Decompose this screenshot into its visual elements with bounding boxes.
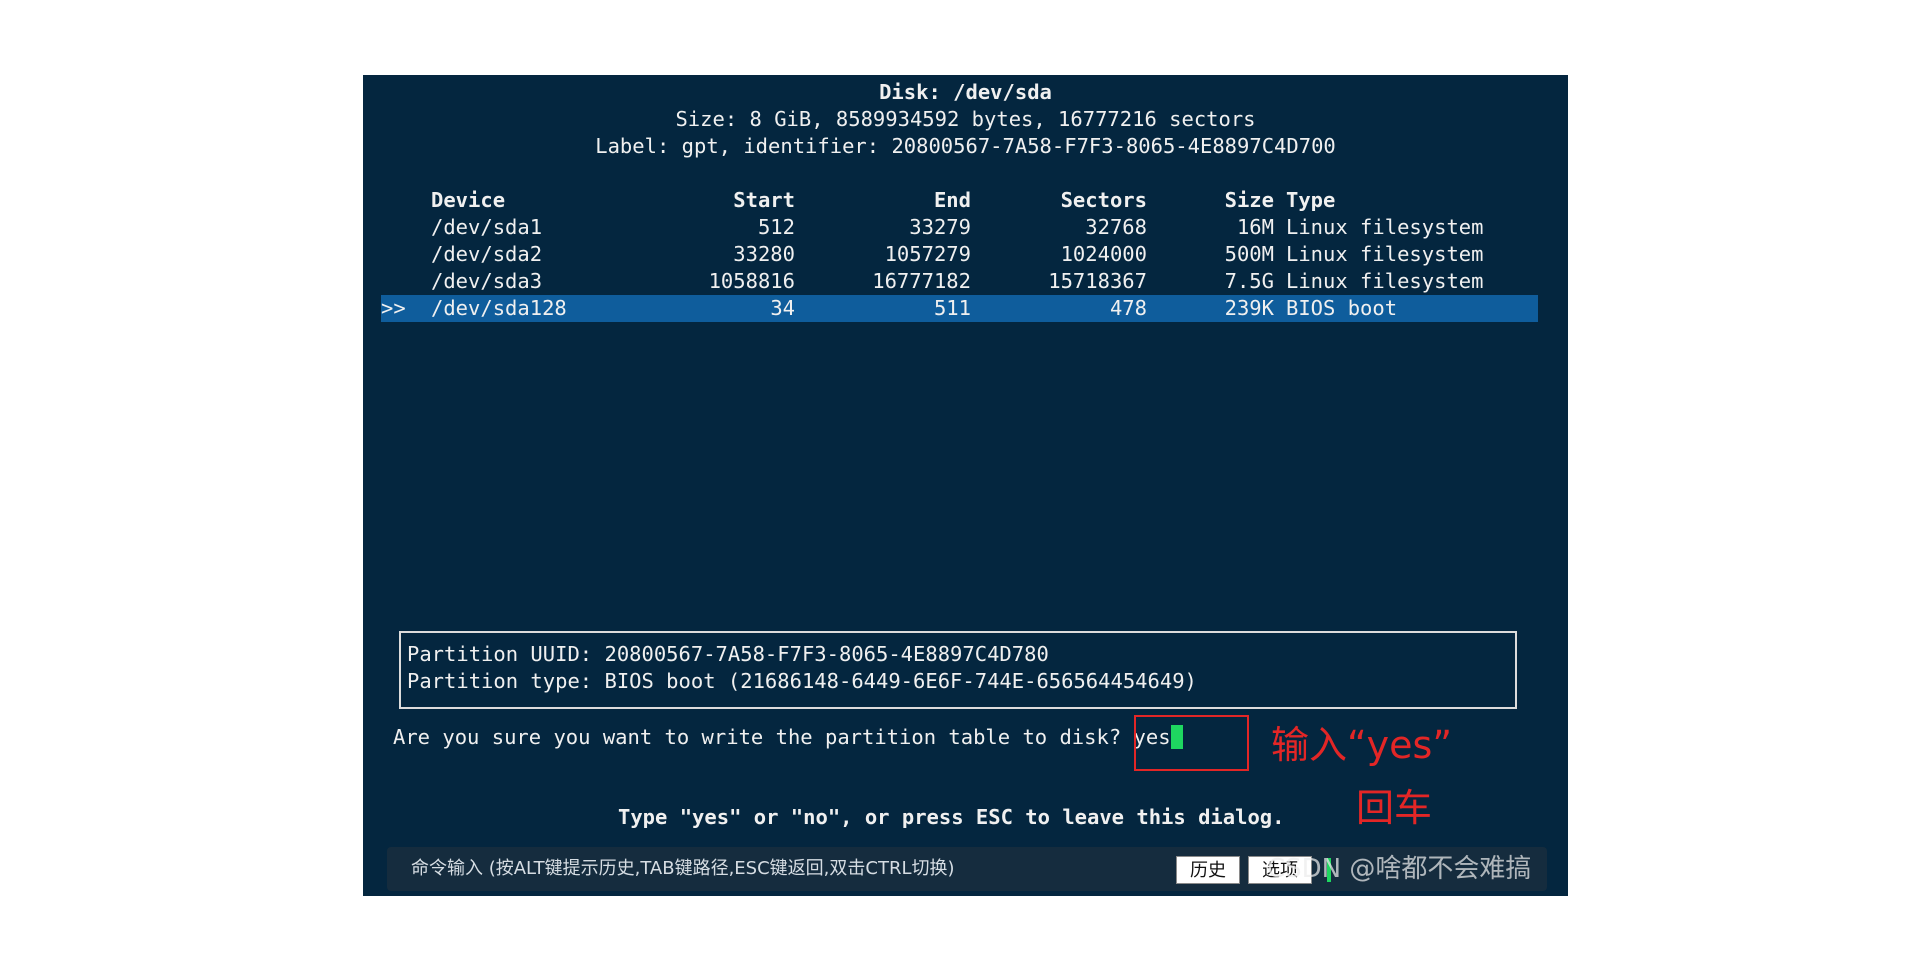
- col-device: Device: [431, 188, 506, 212]
- command-input-hint[interactable]: 命令输入 (按ALT键提示历史,TAB键路径,ESC键返回,双击CTRL切换): [411, 858, 955, 880]
- row-start: 33280: [733, 242, 795, 266]
- row-end: 511: [933, 296, 971, 320]
- row-size: 16M: [1236, 215, 1274, 239]
- row-end: 1057279: [884, 242, 971, 266]
- table-header: Device Start End Sectors Size Type: [381, 187, 1538, 214]
- row-type: BIOS boot: [1286, 296, 1398, 320]
- terminal-window: Disk: /dev/sda Size: 8 GiB, 8589934592 b…: [363, 75, 1568, 896]
- col-start: Start: [733, 188, 795, 212]
- row-size: 500M: [1224, 242, 1274, 266]
- col-sectors: Sectors: [1060, 188, 1147, 212]
- row-start: 512: [757, 215, 795, 239]
- disk-title: Disk: /dev/sda: [879, 80, 1052, 104]
- table-row[interactable]: /dev/sda1 512 33279 32768 16M Linux file…: [381, 214, 1538, 241]
- row-type: Linux filesystem: [1286, 242, 1484, 266]
- row-sectors: 15718367: [1048, 269, 1147, 293]
- row-sectors: 478: [1109, 296, 1147, 320]
- dialog-hint: Type "yes" or "no", or press ESC to leav…: [618, 805, 1285, 829]
- partition-info-box: Partition UUID: 20800567-7A58-F7F3-8065-…: [399, 631, 1517, 709]
- row-start: 1058816: [708, 269, 795, 293]
- row-type: Linux filesystem: [1286, 215, 1484, 239]
- row-size: 7.5G: [1224, 269, 1274, 293]
- row-start: 34: [770, 296, 795, 320]
- col-size: Size: [1224, 188, 1274, 212]
- annotation-enter: 回车: [1356, 786, 1433, 830]
- row-sectors: 1024000: [1060, 242, 1147, 266]
- table-row[interactable]: /dev/sda3 1058816 16777182 15718367 7.5G…: [381, 268, 1538, 295]
- confirm-question: Are you sure you want to write the parti…: [393, 725, 1122, 749]
- command-input-bar[interactable]: 命令输入 (按ALT键提示历史,TAB键路径,ESC键返回,双击CTRL切换) …: [387, 847, 1547, 891]
- row-sectors: 32768: [1085, 215, 1147, 239]
- row-device: /dev/sda1: [431, 215, 543, 239]
- col-end: End: [933, 188, 971, 212]
- partition-uuid: Partition UUID: 20800567-7A58-F7F3-8065-…: [407, 642, 1049, 666]
- partition-type: Partition type: BIOS boot (21686148-6449…: [407, 669, 1197, 693]
- col-type: Type: [1286, 188, 1336, 212]
- annotation-type-yes: 输入“yes”: [1271, 723, 1453, 767]
- row-type: Linux filesystem: [1286, 269, 1484, 293]
- table-row-selected[interactable]: >> /dev/sda128 34 511 478 239K BIOS boot: [381, 295, 1538, 322]
- input-highlight-box: [1134, 715, 1249, 771]
- disk-label: Label: gpt, identifier: 20800567-7A58-F7…: [595, 134, 1336, 158]
- row-size: 239K: [1224, 296, 1274, 320]
- selection-marker: >>: [381, 296, 406, 320]
- watermark: CSDN @啥都不会难搞: [1267, 854, 1532, 884]
- row-end: 16777182: [872, 269, 971, 293]
- table-row[interactable]: /dev/sda2 33280 1057279 1024000 500M Lin…: [381, 241, 1538, 268]
- row-device: /dev/sda3: [431, 269, 543, 293]
- row-end: 33279: [909, 215, 971, 239]
- row-device: /dev/sda128: [431, 296, 567, 320]
- confirm-prompt: Are you sure you want to write the parti…: [393, 724, 1183, 751]
- row-device: /dev/sda2: [431, 242, 543, 266]
- disk-size: Size: 8 GiB, 8589934592 bytes, 16777216 …: [675, 107, 1256, 131]
- history-button[interactable]: 历史: [1176, 856, 1240, 884]
